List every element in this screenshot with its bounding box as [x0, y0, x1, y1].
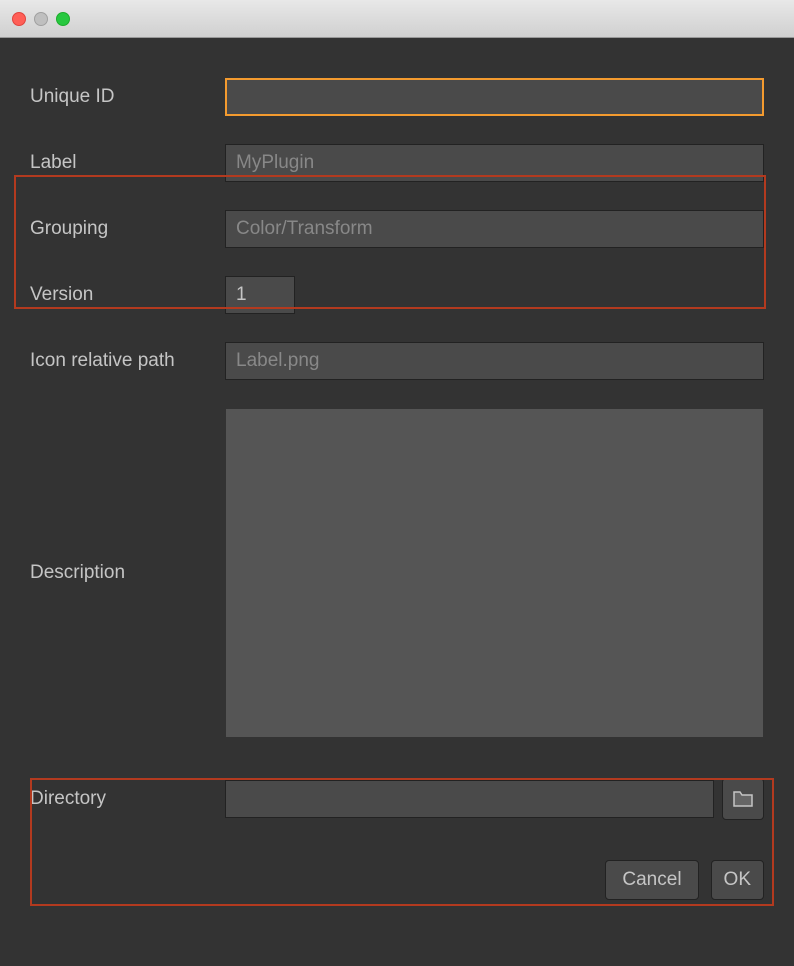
description-textarea[interactable]: [225, 408, 764, 738]
version-input[interactable]: [225, 276, 295, 314]
icon-path-row: Icon relative path: [30, 342, 764, 380]
directory-row: Directory: [30, 778, 764, 820]
label-row: Label: [30, 144, 764, 182]
icon-path-label: Icon relative path: [30, 350, 225, 372]
grouping-label: Grouping: [30, 218, 225, 240]
window-maximize-button[interactable]: [56, 12, 70, 26]
unique-id-label: Unique ID: [30, 86, 225, 108]
version-label: Version: [30, 284, 225, 306]
window-close-button[interactable]: [12, 12, 26, 26]
description-label: Description: [30, 562, 225, 584]
window-titlebar: [0, 0, 794, 38]
browse-directory-button[interactable]: [722, 778, 764, 820]
window-minimize-button[interactable]: [34, 12, 48, 26]
description-row: Description: [30, 408, 764, 738]
directory-label: Directory: [30, 788, 225, 810]
icon-path-input[interactable]: [225, 342, 764, 380]
directory-input[interactable]: [225, 780, 714, 818]
dialog-content: Unique ID Label Grouping Version Icon re…: [0, 38, 794, 930]
version-row: Version: [30, 276, 764, 314]
grouping-input[interactable]: [225, 210, 764, 248]
label-input[interactable]: [225, 144, 764, 182]
unique-id-row: Unique ID: [30, 78, 764, 116]
ok-button[interactable]: OK: [711, 860, 764, 900]
grouping-row: Grouping: [30, 210, 764, 248]
unique-id-input[interactable]: [225, 78, 764, 116]
folder-icon: [732, 790, 754, 808]
dialog-button-row: Cancel OK: [30, 860, 764, 900]
label-label: Label: [30, 152, 225, 174]
cancel-button[interactable]: Cancel: [605, 860, 698, 900]
